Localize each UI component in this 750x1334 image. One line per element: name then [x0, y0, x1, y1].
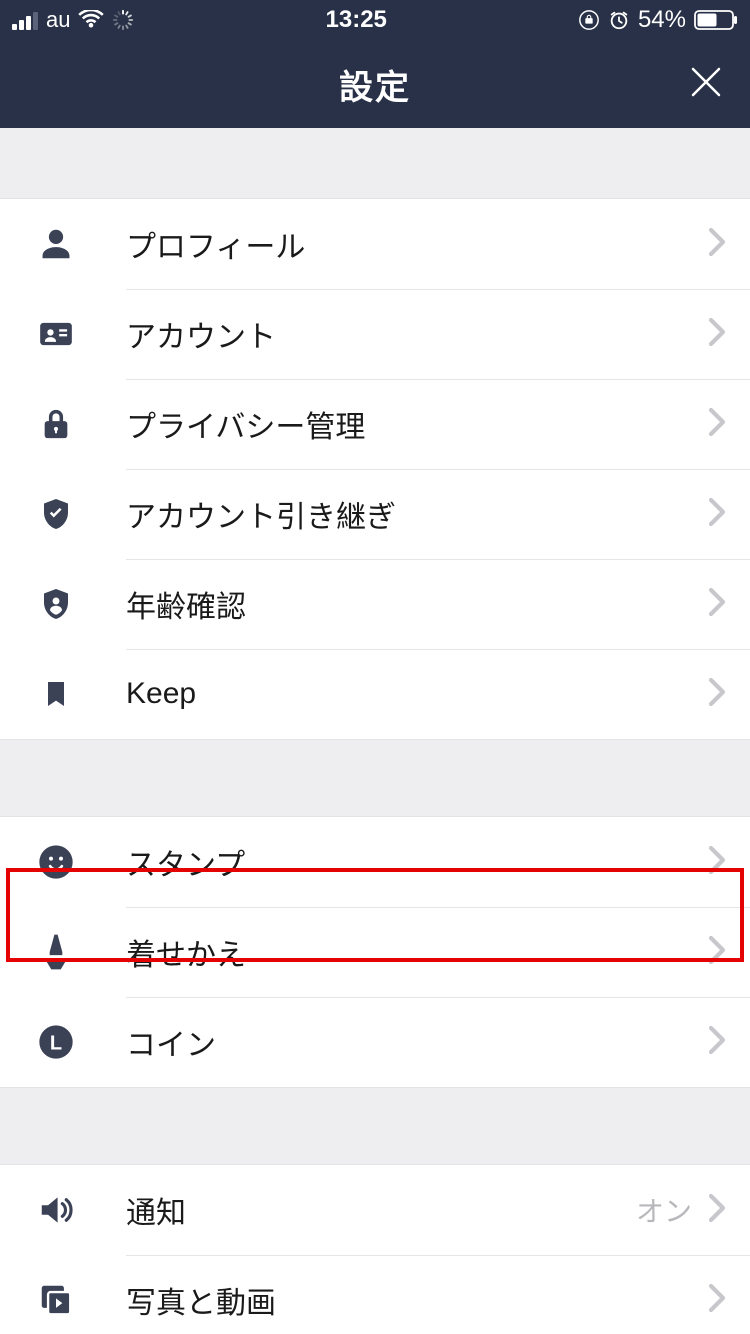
chevron-right-icon [708, 845, 726, 880]
row-age-verification[interactable]: 年齢確認 [0, 559, 750, 649]
row-notifications[interactable]: 通知 オン [0, 1165, 750, 1255]
row-label: 年齢確認 [126, 582, 708, 626]
chevron-right-icon [708, 1193, 726, 1228]
row-keep[interactable]: Keep [0, 649, 750, 739]
page-title: 設定 [339, 60, 411, 109]
row-stickers[interactable]: スタンプ [0, 817, 750, 907]
chevron-right-icon [708, 1025, 726, 1060]
chevron-right-icon [708, 317, 726, 352]
signal-strength-icon [12, 10, 38, 30]
lock-icon [32, 400, 80, 448]
photos-icon [32, 1276, 80, 1324]
row-profile[interactable]: プロフィール [0, 199, 750, 289]
bookmark-icon [32, 670, 80, 718]
row-themes[interactable]: 着せかえ [0, 907, 750, 997]
row-label: プライバシー管理 [126, 402, 708, 446]
status-right: 54% [578, 6, 738, 34]
row-account-transfer[interactable]: アカウント引き継ぎ [0, 469, 750, 559]
row-label: 着せかえ [126, 930, 708, 974]
chevron-right-icon [708, 227, 726, 262]
nav-bar: 設定 [0, 40, 750, 128]
chevron-right-icon [708, 497, 726, 532]
chevron-right-icon [708, 935, 726, 970]
row-label: Keep [126, 677, 708, 711]
carrier-label: au [46, 7, 70, 33]
chevron-right-icon [708, 587, 726, 622]
person-icon [32, 220, 80, 268]
loading-spinner-icon [112, 9, 134, 31]
row-account[interactable]: アカウント [0, 289, 750, 379]
battery-percent-label: 54% [638, 6, 686, 34]
coin-icon: L [32, 1018, 80, 1066]
row-label: 写真と動画 [126, 1278, 708, 1322]
speaker-icon [32, 1186, 80, 1234]
row-label: コイン [126, 1020, 708, 1064]
row-value: オン [636, 1190, 692, 1230]
paintbrush-icon [32, 928, 80, 976]
row-label: プロフィール [126, 222, 708, 266]
row-coin[interactable]: L コイン [0, 997, 750, 1087]
orientation-lock-icon [578, 9, 600, 31]
shield-person-icon [32, 580, 80, 628]
section-spacer [0, 128, 750, 198]
idcard-icon [32, 310, 80, 358]
status-time: 13:25 [326, 6, 387, 34]
settings-group-shop: スタンプ 着せかえ L コイン [0, 816, 750, 1088]
alarm-icon [608, 9, 630, 31]
status-bar: au 13:25 54% [0, 0, 750, 40]
status-left: au [12, 7, 134, 33]
close-icon [688, 64, 724, 105]
section-spacer [0, 1088, 750, 1164]
row-label: アカウント引き継ぎ [126, 492, 708, 536]
battery-icon [694, 10, 738, 30]
wifi-icon [78, 10, 104, 30]
svg-text:L: L [50, 1033, 62, 1055]
shield-check-icon [32, 490, 80, 538]
settings-group-account: プロフィール アカウント プライバシー管理 アカウント引き継ぎ 年齢確認 Kee [0, 198, 750, 740]
smile-icon [32, 838, 80, 886]
close-button[interactable] [684, 62, 728, 106]
section-spacer [0, 740, 750, 816]
row-label: アカウント [126, 312, 708, 356]
row-label: 通知 [126, 1188, 636, 1232]
row-privacy[interactable]: プライバシー管理 [0, 379, 750, 469]
chevron-right-icon [708, 407, 726, 442]
settings-group-general: 通知 オン 写真と動画 [0, 1164, 750, 1334]
chevron-right-icon [708, 1283, 726, 1318]
row-label: スタンプ [126, 840, 708, 884]
chevron-right-icon [708, 677, 726, 712]
row-photos-videos[interactable]: 写真と動画 [0, 1255, 750, 1334]
